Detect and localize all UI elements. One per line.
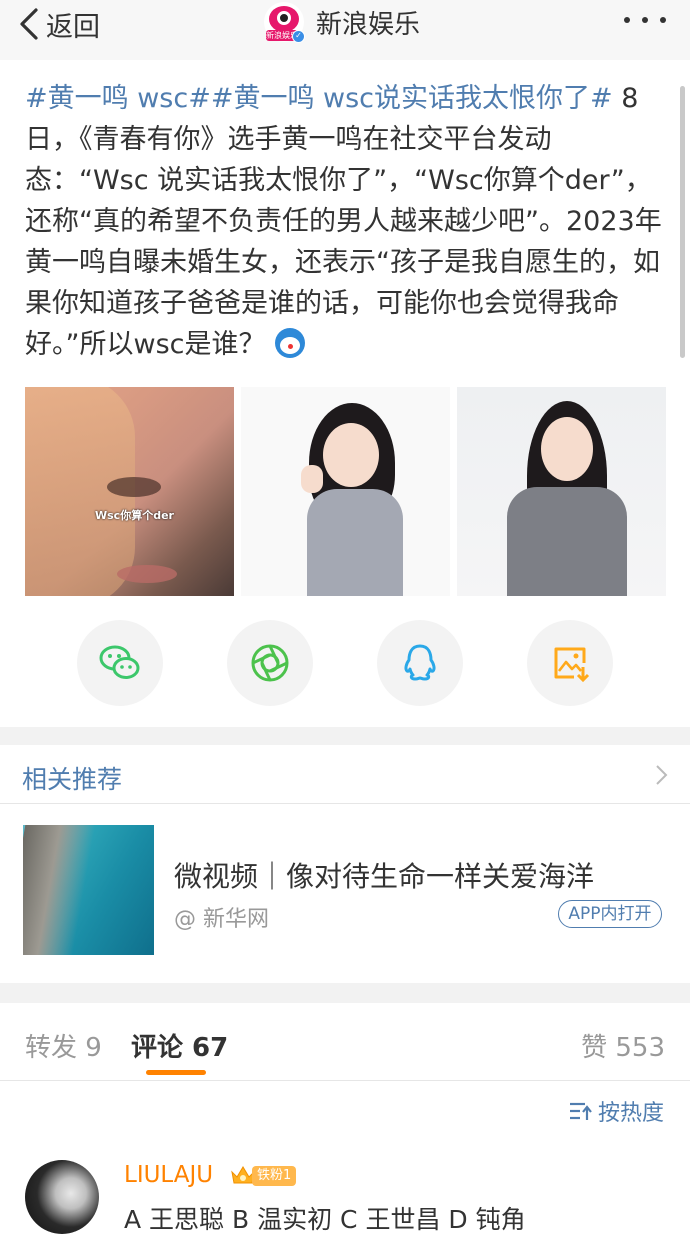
related-source: @ 新华网: [174, 907, 269, 932]
wechat-icon: [99, 645, 140, 679]
related-thumbnail[interactable]: [23, 825, 154, 955]
post-photo-1[interactable]: Wsc你算个der: [25, 387, 234, 596]
post-hashtag-link[interactable]: #黄一鸣 wsc##黄一鸣 wsc说实话我太恨你了#: [25, 83, 613, 114]
photo-hand: [301, 465, 323, 493]
comment-username[interactable]: LIULAJU: [124, 1162, 213, 1188]
post-photo-3[interactable]: [457, 387, 666, 596]
dot-icon: [624, 17, 630, 23]
related-article-card[interactable]: 微视频｜像对待生命一样关爱海洋 @ 新华网 APP内打开: [0, 805, 690, 975]
related-recommendations-header[interactable]: 相关推荐: [0, 746, 690, 804]
save-image-button[interactable]: [527, 620, 613, 706]
back-label: 返回: [46, 11, 100, 43]
active-tab-indicator: [146, 1070, 206, 1075]
open-in-app-button[interactable]: APP内打开: [558, 900, 662, 928]
tab-likes[interactable]: 赞 553: [581, 1027, 665, 1064]
back-button[interactable]: 返回: [18, 6, 100, 43]
section-divider: [0, 727, 690, 745]
tab-comments[interactable]: 评论 67: [131, 1027, 228, 1064]
share-bar: [77, 620, 613, 706]
account-info[interactable]: 新浪娱乐 ✓ 新浪娱乐: [264, 0, 420, 44]
save-image-icon: [554, 647, 590, 683]
dot-icon: [660, 17, 666, 23]
scrollbar[interactable]: [680, 86, 685, 358]
fan-level-badge: 铁粉1: [252, 1166, 297, 1186]
chevron-right-icon: [656, 765, 668, 785]
photo-body: [507, 487, 627, 596]
section-divider: [0, 983, 690, 1003]
photo-eye: [107, 477, 161, 497]
related-headline[interactable]: 微视频｜像对待生命一样关爱海洋: [174, 855, 594, 895]
dot-icon: [642, 17, 648, 23]
post-body: #黄一鸣 wsc##黄一鸣 wsc说实话我太恨你了# 8日，《青春有你》选手黄一…: [25, 78, 665, 365]
share-qq-button[interactable]: [377, 620, 463, 706]
account-avatar[interactable]: 新浪娱乐 ✓: [264, 2, 305, 43]
photo-lip: [117, 565, 177, 583]
related-title: 相关推荐: [22, 765, 123, 794]
verified-icon: ✓: [292, 30, 305, 43]
top-nav-bar: 返回 新浪娱乐 ✓ 新浪娱乐: [0, 0, 690, 60]
share-wechat-button[interactable]: [77, 620, 163, 706]
tab-reposts[interactable]: 转发 9: [25, 1027, 102, 1064]
account-name[interactable]: 新浪娱乐: [316, 4, 420, 41]
post-photo-2[interactable]: [241, 387, 450, 596]
post-text: 8日，《青春有你》选手黄一鸣在社交平台发动态：“Wsc 说实话我太恨你了”，“W…: [25, 83, 662, 360]
comment-text: A 王思聪 B 温实初 C 王世昌 D 钝角: [124, 1205, 526, 1234]
photo-caption: Wsc你算个der: [95, 509, 174, 522]
share-moments-button[interactable]: [227, 620, 313, 706]
photo-face: [541, 417, 593, 481]
moments-icon: [251, 644, 289, 682]
avatar[interactable]: [25, 1160, 99, 1234]
interaction-tabs: 转发 9 评论 67 赞 553: [0, 1003, 690, 1081]
logo-pupil: [277, 11, 291, 25]
photo-grid: Wsc你算个der: [25, 387, 666, 596]
comment-item: LIULAJU 铁粉1 A 王思聪 B 温实初 C 王世昌 D 钝角: [0, 1150, 690, 1244]
sort-icon: [570, 1102, 592, 1120]
sort-label: 按热度: [598, 1101, 665, 1126]
qq-icon: [404, 644, 436, 681]
photo-body: [307, 489, 403, 596]
sort-by-hot-button[interactable]: 按热度: [568, 1098, 665, 1126]
doraemon-emoji-icon: [275, 328, 306, 358]
chevron-left-icon: [20, 8, 38, 40]
photo-face: [323, 423, 379, 487]
thumb-rock: [23, 825, 96, 955]
more-options-button[interactable]: [624, 12, 666, 28]
